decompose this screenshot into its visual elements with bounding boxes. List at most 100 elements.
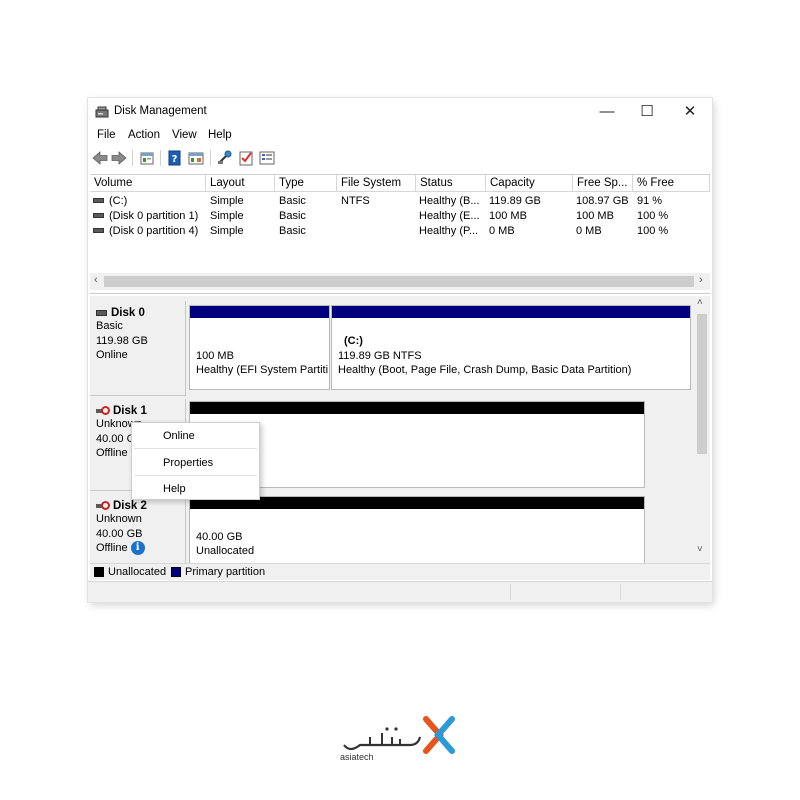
column-header-volume[interactable]: Volume <box>90 175 206 192</box>
volume-list: Volume Layout Type File System Status Ca… <box>90 174 710 294</box>
context-menu-online[interactable]: Online <box>163 430 195 442</box>
window-title: Disk Management <box>114 105 207 117</box>
cell-type: Basic <box>279 210 306 222</box>
offline-disk-icon <box>96 406 110 416</box>
volume-row[interactable]: (Disk 0 partition 1) Simple Basic Health… <box>90 209 710 224</box>
disk-1-name: Disk 1 <box>96 405 185 417</box>
disk-2-state-row: Offline i <box>96 541 185 556</box>
disk-2-label[interactable]: Disk 2 Unknown 40.00 GB Offline i <box>90 494 186 563</box>
disk-1-name-text: Disk 1 <box>113 405 147 417</box>
scroll-left-arrow[interactable]: ‹ <box>94 274 98 286</box>
volume-icon <box>93 197 104 203</box>
back-icon[interactable] <box>91 149 109 167</box>
console-icon[interactable] <box>187 149 205 167</box>
unallocated-bar <box>190 402 644 414</box>
column-header-layout[interactable]: Layout <box>206 175 275 192</box>
partition-status: Healthy (Boot, Page File, Crash Dump, Ba… <box>338 364 632 376</box>
title-bar: Disk Management — ☐ ✕ <box>88 98 712 126</box>
partition-size: 100 MB <box>196 350 234 362</box>
context-menu-properties[interactable]: Properties <box>163 457 213 469</box>
disk-2-state: Offline <box>96 542 128 554</box>
cell-status: Healthy (B... <box>419 195 480 207</box>
list-icon[interactable] <box>258 149 276 167</box>
partition-status: Healthy (EFI System Partiti <box>196 364 328 376</box>
disk-0-type: Basic <box>96 320 123 332</box>
offline-disk-icon <box>96 501 110 511</box>
legend-primary-partition: Primary partition <box>185 566 266 578</box>
cell-capacity: 100 MB <box>489 210 527 222</box>
disk-icon <box>96 309 107 316</box>
primary-partition-bar <box>332 306 690 318</box>
scroll-right-arrow[interactable]: › <box>699 274 703 286</box>
status-bar <box>88 581 712 602</box>
vertical-scroll-thumb[interactable] <box>697 314 707 454</box>
menu-bar: File Action View Help <box>88 127 712 145</box>
volume-row[interactable]: (C:) Simple Basic NTFS Healthy (B... 119… <box>90 194 710 209</box>
column-header-status[interactable]: Status <box>416 175 486 192</box>
forward-icon[interactable] <box>110 149 128 167</box>
menu-separator <box>134 475 257 476</box>
legend-unallocated: Unallocated <box>108 566 167 578</box>
column-header-file-system[interactable]: File System <box>337 175 416 192</box>
close-button[interactable]: ✕ <box>668 100 712 124</box>
cell-status: Healthy (E... <box>419 210 480 222</box>
volume-icon <box>93 227 104 233</box>
cell-layout: Simple <box>210 225 244 237</box>
column-header-free-space[interactable]: Free Sp... <box>573 175 633 192</box>
column-header-capacity[interactable]: Capacity <box>486 175 573 192</box>
partition-size: 119.89 GB NTFS <box>338 350 422 362</box>
menu-view[interactable]: View <box>172 129 197 141</box>
disk-0-label[interactable]: Disk 0 Basic 119.98 GB Online <box>90 301 186 396</box>
help-icon[interactable]: ? <box>166 149 184 167</box>
primary-partition-swatch <box>171 567 181 577</box>
menu-file[interactable]: File <box>97 129 116 141</box>
legend: Unallocated Primary partition <box>90 563 710 580</box>
disk-0-efi-partition[interactable]: 100 MB Healthy (EFI System Partiti <box>189 305 330 390</box>
properties-icon[interactable] <box>138 149 156 167</box>
toolbar-separator <box>160 150 161 166</box>
toolbar: ? <box>88 147 712 169</box>
cell-status: Healthy (P... <box>419 225 479 237</box>
partition-label: (C:) <box>344 335 363 347</box>
maximize-button[interactable]: ☐ <box>625 100 669 124</box>
menu-help[interactable]: Help <box>208 129 232 141</box>
column-header-type[interactable]: Type <box>275 175 337 192</box>
volume-name: (Disk 0 partition 4) <box>109 225 199 237</box>
menu-separator <box>134 448 257 449</box>
disk-2-name-text: Disk 2 <box>113 500 147 512</box>
scroll-down-arrow[interactable]: ˅ <box>697 544 703 555</box>
menu-action[interactable]: Action <box>128 129 160 141</box>
horizontal-scroll-thumb[interactable] <box>104 276 694 287</box>
volume-name: (C:) <box>109 195 128 207</box>
disk-2-unallocated-space[interactable]: 40.00 GB Unallocated <box>189 496 645 563</box>
context-menu-help[interactable]: Help <box>163 483 186 495</box>
brand-name: asiatech <box>340 752 374 762</box>
disk-0-c-partition[interactable]: (C:) 119.89 GB NTFS Healthy (Boot, Page … <box>331 305 691 390</box>
disk-2-name: Disk 2 <box>96 500 185 512</box>
cell-type: Basic <box>279 225 306 237</box>
scroll-up-arrow[interactable]: ˄ <box>697 297 703 308</box>
cell-free-space: 0 MB <box>576 225 602 237</box>
cell-free-space: 108.97 GB <box>576 195 629 207</box>
unallocated-swatch <box>94 567 104 577</box>
check-icon[interactable] <box>237 149 255 167</box>
cell-percent-free: 91 % <box>637 195 663 207</box>
info-icon[interactable]: i <box>130 541 145 556</box>
cell-percent-free: 100 % <box>637 225 669 237</box>
status-separator <box>510 584 511 600</box>
cell-volume: (C:) <box>93 194 205 209</box>
disk-0-name-text: Disk 0 <box>111 307 145 319</box>
cell-volume: (Disk 0 partition 1) <box>93 209 205 224</box>
vertical-scrollbar[interactable]: ˄ ˅ <box>693 296 710 563</box>
cell-layout: Simple <box>210 195 244 207</box>
cell-type: Basic <box>279 195 306 207</box>
connect-icon[interactable] <box>216 149 234 167</box>
cell-file-system: NTFS <box>341 195 370 207</box>
horizontal-scrollbar[interactable]: ‹ › <box>90 273 710 290</box>
toolbar-separator <box>210 150 211 166</box>
context-menu: Online Properties Help <box>131 422 260 500</box>
minimize-button[interactable]: — <box>585 100 629 124</box>
cell-capacity: 0 MB <box>489 225 515 237</box>
volume-row[interactable]: (Disk 0 partition 4) Simple Basic Health… <box>90 224 710 239</box>
column-header-percent-free[interactable]: % Free <box>633 175 710 192</box>
